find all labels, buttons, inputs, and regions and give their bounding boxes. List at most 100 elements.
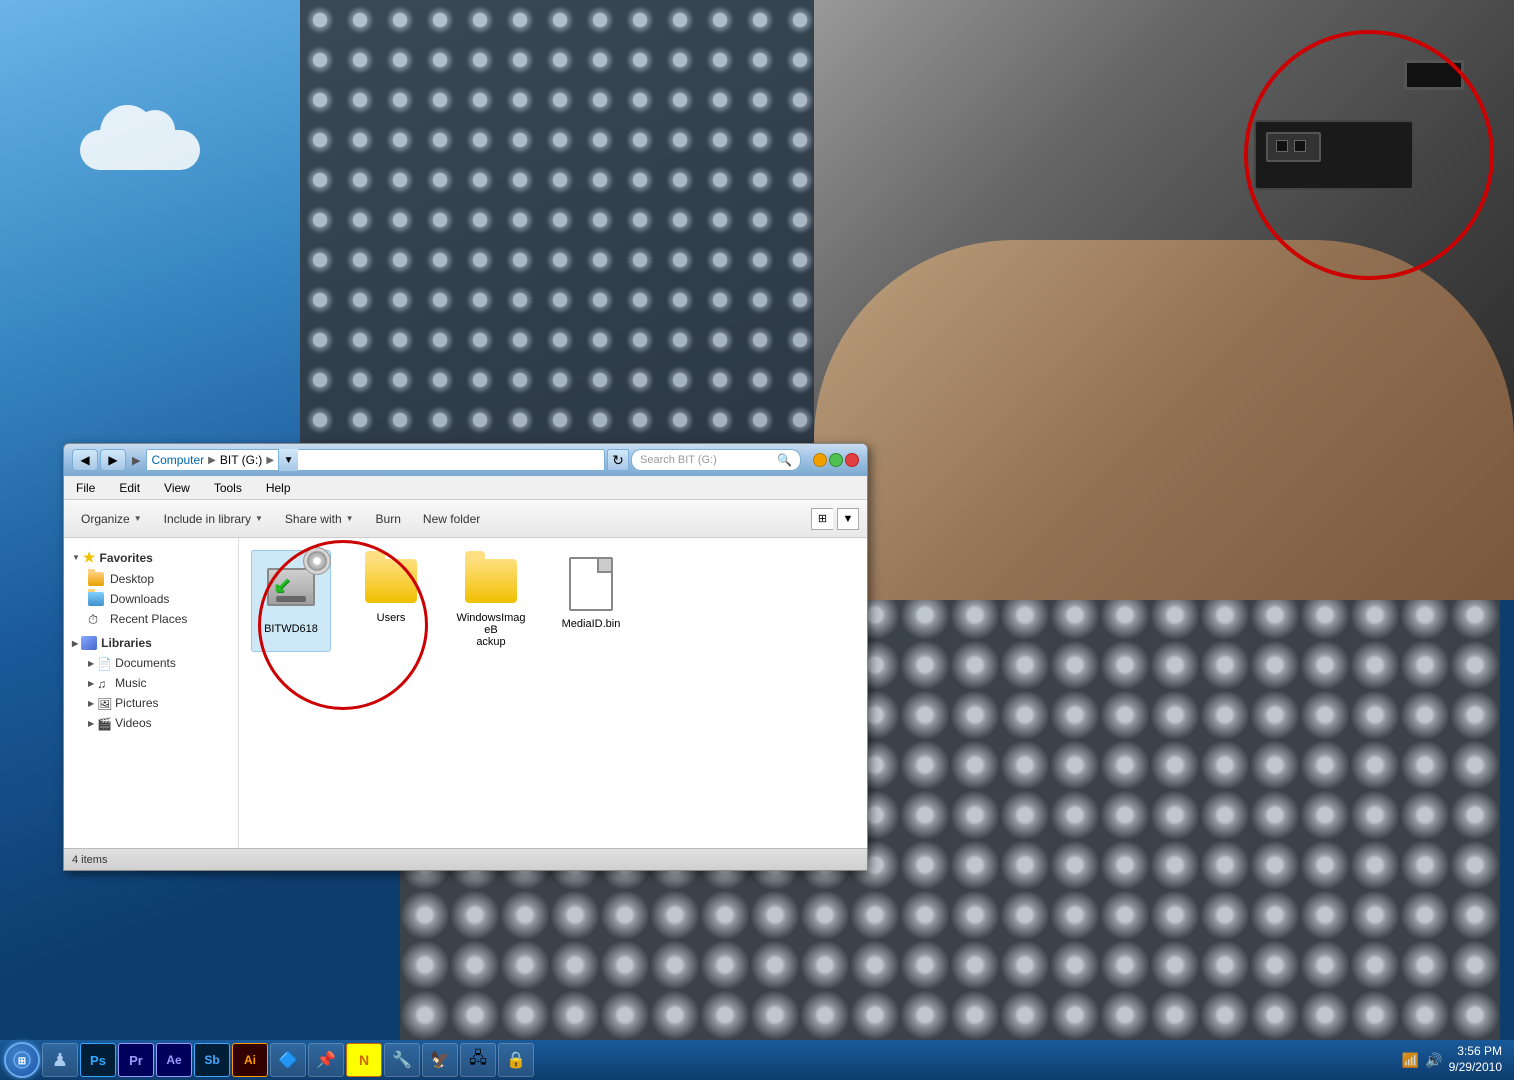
file-item-mediaid[interactable]: MediaID.bin xyxy=(551,550,631,652)
bitwd618-icon-container: ↙ xyxy=(259,555,323,619)
taskbar-app-norton[interactable]: N xyxy=(346,1043,382,1077)
taskbar-clock[interactable]: 3:56 PM 9/29/2010 xyxy=(1449,1044,1502,1075)
menu-edit[interactable]: Edit xyxy=(115,479,144,497)
share-with-label: Share with xyxy=(285,512,342,526)
taskbar-app-unknown4[interactable]: 🦅 xyxy=(422,1043,458,1077)
new-folder-button[interactable]: New folder xyxy=(414,504,489,534)
file-label-bitwd618: BITWD618 xyxy=(264,623,318,635)
burn-button[interactable]: Burn xyxy=(367,504,410,534)
menu-tools[interactable]: Tools xyxy=(210,479,246,497)
share-with-button[interactable]: Share with ▼ xyxy=(276,504,363,534)
address-dropdown-btn[interactable]: ▼ xyxy=(278,449,298,471)
taskbar-app-premiere[interactable]: Pr xyxy=(118,1043,154,1077)
sidebar-item-recent-places[interactable]: ⏱ Recent Places xyxy=(64,609,238,629)
file-label-mediaid: MediaID.bin xyxy=(562,618,621,630)
menu-file[interactable]: File xyxy=(72,479,99,497)
clock-time: 3:56 PM xyxy=(1449,1044,1502,1060)
taskbar-app-unknown3[interactable]: 🔧 xyxy=(384,1043,420,1077)
documents-expand-icon: ▶ xyxy=(88,659,94,668)
file-item-bitwd618[interactable]: ↙ BITWD618 xyxy=(251,550,331,652)
sidebar: ▼ ★ Favorites Desktop Downloads ⏱ Re xyxy=(64,538,239,848)
usb-pin1 xyxy=(1276,140,1288,152)
documents-icon: 📄 xyxy=(97,657,111,669)
downloads-folder-icon xyxy=(88,592,104,606)
libraries-icon xyxy=(81,636,97,650)
green-download-arrow-icon: ↙ xyxy=(273,572,291,598)
file-item-users[interactable]: Users xyxy=(351,550,431,652)
videos-icon: 🎬 xyxy=(97,717,111,729)
music-label: Music xyxy=(115,676,146,690)
toolbar-right: ⊞ ▼ xyxy=(811,508,859,530)
menu-bar: File Edit View Tools Help xyxy=(64,476,867,500)
sidebar-item-desktop[interactable]: Desktop xyxy=(64,569,238,589)
disc-icon xyxy=(303,547,331,575)
sidebar-favorites-section: ▼ ★ Favorites Desktop Downloads ⏱ Re xyxy=(64,546,238,629)
search-placeholder: Search BIT (G:) xyxy=(640,454,717,466)
explorer-window: ◀ ▶ ▶ Computer ▶ BIT (G:) ▶ ▼ ↻ Search B… xyxy=(63,443,868,871)
taskbar-app-steam[interactable]: ♟ xyxy=(42,1043,78,1077)
desktop-folder-icon xyxy=(88,572,104,586)
downloads-label: Downloads xyxy=(110,592,169,606)
favorites-expand-icon: ▼ xyxy=(72,553,80,562)
taskbar-app-unknown2[interactable]: 📌 xyxy=(308,1043,344,1077)
taskbar-app-lock[interactable]: 🔒 xyxy=(498,1043,534,1077)
file-label-wimb: WindowsImageBackup xyxy=(455,612,527,648)
videos-expand-icon: ▶ xyxy=(88,719,94,728)
sidebar-item-downloads[interactable]: Downloads xyxy=(64,589,238,609)
taskbar-app-illustrator[interactable]: Ai xyxy=(232,1043,268,1077)
taskbar-app-soundbooth[interactable]: Sb xyxy=(194,1043,230,1077)
content-area: ▼ ★ Favorites Desktop Downloads ⏱ Re xyxy=(64,538,867,848)
sidebar-item-music[interactable]: ▶ ♫ Music xyxy=(64,673,238,693)
wimb-icon-container xyxy=(459,554,523,608)
start-icon: ⊞ xyxy=(12,1050,32,1070)
mediaid-icon-container xyxy=(559,554,623,614)
sidebar-item-videos[interactable]: ▶ 🎬 Videos xyxy=(64,713,238,733)
taskbar-app-photoshop[interactable]: Ps xyxy=(80,1043,116,1077)
forward-button[interactable]: ▶ xyxy=(100,449,126,471)
sidebar-libraries-header[interactable]: ▶ Libraries xyxy=(64,633,238,653)
pictures-label: Pictures xyxy=(115,696,158,710)
tray-network-icon: 📶 xyxy=(1402,1052,1419,1069)
taskbar-app-unknown1[interactable]: 🔷 xyxy=(270,1043,306,1077)
view-icons-button[interactable]: ⊞ xyxy=(811,508,833,530)
menu-help[interactable]: Help xyxy=(262,479,295,497)
file-item-windowsimagebackup[interactable]: WindowsImageBackup xyxy=(451,550,531,652)
minimize-button[interactable] xyxy=(813,453,827,467)
search-bar[interactable]: Search BIT (G:) 🔍 xyxy=(631,449,801,471)
include-in-library-button[interactable]: Include in library ▼ xyxy=(155,504,272,534)
burn-label: Burn xyxy=(376,512,401,526)
status-bar: 4 items xyxy=(64,848,867,870)
cloud xyxy=(80,130,200,170)
desktop-label: Desktop xyxy=(110,572,154,586)
taskbar-app-aftereffects[interactable]: Ae xyxy=(156,1043,192,1077)
sidebar-favorites-header[interactable]: ▼ ★ Favorites xyxy=(64,546,238,569)
view-dropdown-button[interactable]: ▼ xyxy=(837,508,859,530)
maximize-button[interactable] xyxy=(829,453,843,467)
back-button[interactable]: ◀ xyxy=(72,449,98,471)
drive-icon: ↙ xyxy=(267,568,315,606)
sidebar-item-pictures[interactable]: ▶ 🖼 Pictures xyxy=(64,693,238,713)
pictures-expand-icon: ▶ xyxy=(88,699,94,708)
share-arrow: ▼ xyxy=(346,514,354,523)
address-bar[interactable]: Computer ▶ BIT (G:) ▶ ▼ xyxy=(146,449,605,471)
breadcrumb-sep1: ▶ xyxy=(208,455,216,466)
sidebar-item-documents[interactable]: ▶ 📄 Documents xyxy=(64,653,238,673)
taskbar-tray: 📶 🔊 3:56 PM 9/29/2010 xyxy=(1394,1044,1510,1075)
close-button[interactable] xyxy=(845,453,859,467)
usb-photo-area xyxy=(814,0,1514,600)
organize-button[interactable]: Organize ▼ xyxy=(72,504,151,534)
toolbar: Organize ▼ Include in library ▼ Share wi… xyxy=(64,500,867,538)
wimb-folder-icon xyxy=(465,559,517,603)
start-button[interactable]: ⊞ xyxy=(4,1042,40,1078)
favorites-label: Favorites xyxy=(99,551,152,565)
refresh-button[interactable]: ↻ xyxy=(607,449,629,471)
breadcrumb-sep2: ▶ xyxy=(266,455,274,466)
finger-image xyxy=(814,240,1514,600)
menu-view[interactable]: View xyxy=(160,479,194,497)
taskbar-app-network[interactable]: 🖧 xyxy=(460,1043,496,1077)
music-icon: ♫ xyxy=(97,677,111,689)
music-expand-icon: ▶ xyxy=(88,679,94,688)
recent-places-label: Recent Places xyxy=(110,612,187,626)
title-bar-nav: ◀ ▶ ▶ Computer ▶ BIT (G:) ▶ ▼ ↻ Search B… xyxy=(72,449,801,471)
tray-volume-icon: 🔊 xyxy=(1425,1052,1442,1069)
